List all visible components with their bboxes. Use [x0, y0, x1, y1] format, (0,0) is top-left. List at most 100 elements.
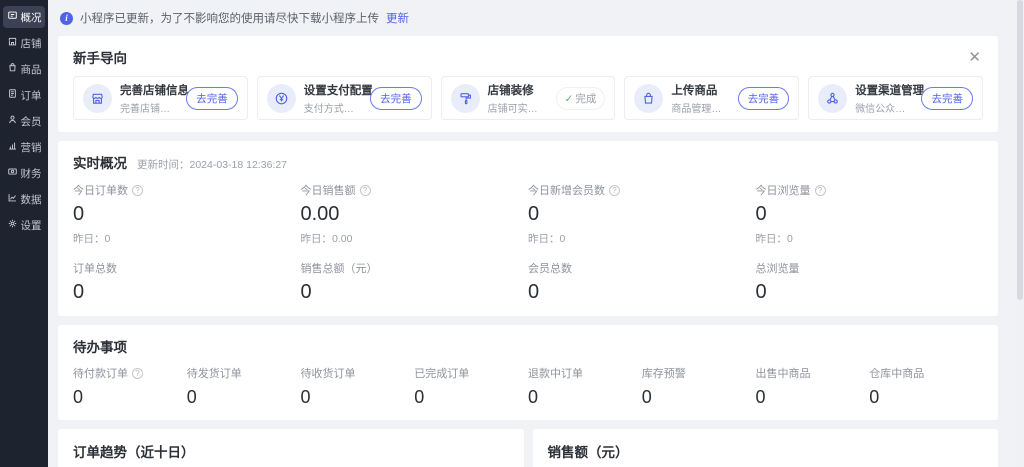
todo-value: 0 [301, 387, 415, 408]
todo-item: 待收货订单? 0 [301, 365, 415, 408]
todo-value: 0 [756, 387, 870, 408]
stat-total-value: 0 [73, 281, 301, 304]
sidebar-item-icon [7, 36, 18, 50]
close-icon[interactable]: ✕ [966, 50, 983, 65]
go-complete-button[interactable]: 去完善 [186, 87, 238, 110]
sidebar-item[interactable]: 会员 [3, 110, 45, 132]
guide-card-icon [267, 84, 296, 113]
sidebar-item-label: 店铺 [21, 36, 42, 51]
todo-items: 待付款订单? 0 待发货订单? 0 待收货订单? 0 已完成订单? 0 退款中订… [73, 365, 983, 408]
stat-value: 0 [73, 203, 301, 226]
charts-row: 订单趋势（近十日） 10.80.60.4 销售额（元） 10.80.60.4 [58, 429, 998, 467]
chart-title: 销售额（元） [548, 445, 629, 460]
sidebar-item[interactable]: 营销 [3, 136, 45, 158]
help-icon[interactable]: ? [132, 185, 143, 196]
stat-total-value: 0 [301, 281, 529, 304]
help-icon[interactable]: ? [609, 185, 620, 196]
go-complete-button[interactable]: 去完善 [921, 87, 973, 110]
update-link[interactable]: 更新 [386, 10, 409, 26]
todo-value: 0 [642, 387, 756, 408]
sidebar-item-label: 订单 [21, 88, 42, 103]
sidebar-item-icon [7, 10, 18, 24]
sidebar-item-label: 设置 [21, 218, 42, 233]
guide-card-title: 设置支付配置 [304, 82, 362, 98]
guide-card-subtitle: 商品管理中添加商品上传 [671, 100, 729, 115]
guide-card-icon [451, 84, 480, 113]
info-icon: i [60, 12, 73, 25]
sidebar-item[interactable]: 订单 [3, 84, 45, 106]
notification-text: 小程序已更新，为了不影响您的使用请尽快下载小程序上传 [80, 10, 379, 26]
sidebar-item[interactable]: 数据 [3, 188, 45, 210]
guide-card-icon [83, 84, 112, 113]
sidebar-item-icon [7, 166, 18, 180]
stat-yesterday: 昨日：0 [756, 231, 984, 246]
main-content: i 小程序已更新，为了不影响您的使用请尽快下载小程序上传 更新 新手导向 ✕ 完… [48, 0, 1016, 467]
guide-card-subtitle: 店铺可实现自定义模板装修 [488, 100, 548, 115]
sidebar-item[interactable]: 店铺 [3, 32, 45, 54]
stat-column: 今日新增会员数? 0 昨日：0 会员总数 0 [528, 182, 756, 304]
stat-total-label: 总浏览量 [756, 260, 984, 276]
guide-card-icon [634, 84, 663, 113]
scrollbar-thumb[interactable] [1017, 0, 1023, 300]
guide-card-subtitle: 完善店铺基础信息等 [120, 100, 178, 115]
sidebar-item-icon [7, 218, 18, 232]
sidebar-item[interactable]: 设置 [3, 214, 45, 236]
todo-item: 仓库中商品? 0 [869, 365, 983, 408]
guide-card: 店铺装修 店铺可实现自定义模板装修 ✓完成 [441, 76, 616, 120]
todo-item: 待付款订单? 0 [73, 365, 187, 408]
chart-card: 销售额（元） 10.80.60.4 [533, 429, 999, 467]
chart-card: 订单趋势（近十日） 10.80.60.4 [58, 429, 524, 467]
stat-total-label: 会员总数 [528, 260, 756, 276]
stat-total-value: 0 [528, 281, 756, 304]
todo-label: 待付款订单 [73, 365, 128, 381]
sidebar-item-icon [7, 88, 18, 102]
sidebar-item[interactable]: 商品 [3, 58, 45, 80]
guide-card: 设置渠道管理 微信公众号/微信小程序 去完善 ✓ [808, 76, 983, 120]
stat-yesterday: 昨日：0.00 [301, 231, 529, 246]
stat-label: 今日新增会员数 [528, 182, 605, 198]
stat-total-value: 0 [756, 281, 984, 304]
sidebar-item-icon [7, 114, 18, 128]
realtime-title: 实时概况 [73, 152, 127, 172]
todo-value: 0 [73, 387, 187, 408]
todo-label: 已完成订单 [414, 365, 469, 381]
notification-bar: i 小程序已更新，为了不影响您的使用请尽快下载小程序上传 更新 [60, 8, 998, 28]
realtime-overview-section: 实时概况 更新时间：2024-03-18 12:36:27 今日订单数? 0 昨… [58, 141, 998, 316]
sidebar-item[interactable]: 概况 [3, 6, 45, 28]
todo-value: 0 [187, 387, 301, 408]
chart-title: 订单趋势（近十日） [73, 445, 195, 460]
stat-value: 0 [756, 203, 984, 226]
stat-yesterday: 昨日：0 [528, 231, 756, 246]
todo-label: 待发货订单 [187, 365, 242, 381]
help-icon[interactable]: ? [360, 185, 371, 196]
stat-value: 0 [528, 203, 756, 226]
sidebar-item-label: 营销 [21, 140, 42, 155]
sidebar-item-label: 概况 [21, 10, 42, 25]
guide-card: 完善店铺信息 完善店铺基础信息等 去完善 ✓ [73, 76, 248, 120]
todo-label: 待收货订单 [301, 365, 356, 381]
sidebar-item[interactable]: 财务 [3, 162, 45, 184]
guide-card-subtitle: 微信公众号/微信小程序 [855, 100, 913, 115]
help-icon[interactable]: ? [815, 185, 826, 196]
stat-column: 今日订单数? 0 昨日：0 订单总数 0 [73, 182, 301, 304]
todo-item: 退款中订单? 0 [528, 365, 642, 408]
todo-label: 仓库中商品 [869, 365, 924, 381]
guide-title: 新手导向 [73, 47, 127, 67]
newbie-guide-section: 新手导向 ✕ 完善店铺信息 完善店铺基础信息等 去完善 ✓ 设置支付配置 支付方 [58, 36, 998, 132]
check-icon: ✓ [565, 93, 574, 105]
todo-item: 待发货订单? 0 [187, 365, 301, 408]
sidebar-item-icon [7, 140, 18, 154]
scrollbar[interactable] [1016, 0, 1024, 467]
stat-total-label: 销售总额（元） [301, 260, 529, 276]
stat-label: 今日销售额 [301, 182, 356, 198]
todo-value: 0 [528, 387, 642, 408]
go-complete-button[interactable]: 去完善 [370, 87, 422, 110]
sidebar-item-icon [7, 62, 18, 76]
todo-item: 库存预警? 0 [642, 365, 756, 408]
help-icon[interactable]: ? [132, 368, 143, 379]
todo-item: 出售中商品? 0 [756, 365, 870, 408]
todo-label: 出售中商品 [756, 365, 811, 381]
go-complete-button[interactable]: 去完善 [738, 87, 790, 110]
todo-value: 0 [414, 387, 528, 408]
todo-item: 已完成订单? 0 [414, 365, 528, 408]
